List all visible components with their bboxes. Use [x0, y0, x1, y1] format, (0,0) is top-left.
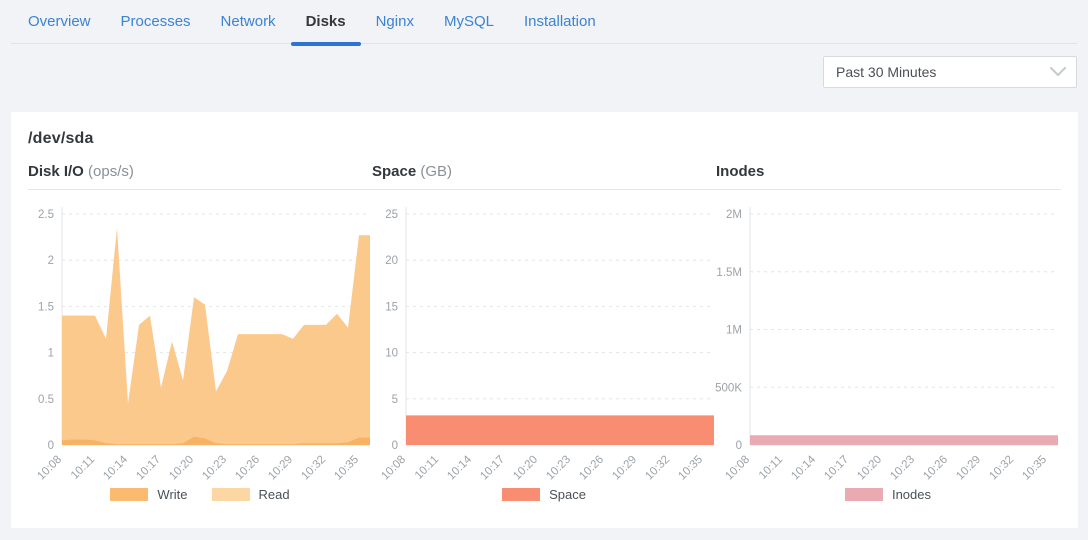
time-range-select[interactable]: Past 30 Minutes: [823, 56, 1077, 88]
svg-text:1: 1: [48, 348, 54, 360]
svg-text:10:17: 10:17: [134, 454, 163, 483]
svg-text:10:35: 10:35: [332, 454, 361, 483]
svg-text:10: 10: [385, 348, 398, 360]
svg-text:10:32: 10:32: [987, 454, 1016, 483]
space-legend: Space: [372, 484, 716, 504]
svg-text:10:17: 10:17: [478, 454, 507, 483]
inodes-plot: 0500K1M1.5M2M10:0810:1110:1410:1710:2010…: [716, 200, 1060, 482]
chevron-down-icon: [1050, 67, 1066, 77]
svg-text:10:08: 10:08: [35, 454, 64, 483]
svg-text:25: 25: [385, 209, 398, 221]
svg-text:10:14: 10:14: [101, 453, 130, 482]
tab-nginx[interactable]: Nginx: [361, 0, 429, 44]
svg-text:10:23: 10:23: [544, 454, 573, 483]
disk-io-chart: 00.511.522.510:0810:1110:1410:1710:2010:…: [28, 200, 372, 504]
legend-label: Inodes: [892, 487, 931, 502]
svg-text:2M: 2M: [726, 209, 742, 221]
svg-text:10:32: 10:32: [299, 454, 328, 483]
tab-installation[interactable]: Installation: [509, 0, 611, 44]
svg-text:0: 0: [48, 440, 54, 452]
disk-io-title: Disk I/O (ops/s): [28, 163, 372, 180]
tab-overview[interactable]: Overview: [13, 0, 106, 44]
svg-text:0: 0: [392, 440, 398, 452]
tab-disks[interactable]: Disks: [291, 0, 361, 44]
legend-swatch: [845, 488, 883, 501]
svg-text:2.5: 2.5: [38, 209, 54, 221]
svg-text:1M: 1M: [726, 325, 742, 337]
svg-text:10:20: 10:20: [855, 454, 884, 483]
legend-label: Write: [157, 487, 187, 502]
legend-item: Read: [212, 487, 290, 502]
svg-text:10:20: 10:20: [511, 454, 540, 483]
disk-io-plot: 00.511.522.510:0810:1110:1410:1710:2010:…: [28, 200, 372, 482]
svg-text:10:35: 10:35: [1020, 454, 1049, 483]
charts-row: 00.511.522.510:0810:1110:1410:1710:2010:…: [28, 200, 1061, 504]
svg-text:10:11: 10:11: [413, 454, 441, 482]
legend-label: Read: [259, 487, 290, 502]
svg-text:10:08: 10:08: [379, 454, 408, 483]
svg-text:0: 0: [736, 440, 742, 452]
svg-text:10:26: 10:26: [233, 454, 262, 483]
legend-item: Space: [502, 487, 586, 502]
tab-processes[interactable]: Processes: [106, 0, 206, 44]
svg-text:10:08: 10:08: [723, 454, 752, 483]
tab-bar: Overview Processes Network Disks Nginx M…: [11, 0, 1077, 44]
svg-text:10:29: 10:29: [266, 454, 295, 483]
svg-text:10:32: 10:32: [643, 454, 672, 483]
svg-text:10:35: 10:35: [676, 454, 705, 483]
svg-text:2: 2: [48, 255, 54, 267]
tab-network[interactable]: Network: [206, 0, 291, 44]
svg-text:15: 15: [385, 301, 398, 313]
svg-text:10:14: 10:14: [789, 453, 818, 482]
svg-text:10:26: 10:26: [921, 454, 950, 483]
legend-item: Inodes: [845, 487, 931, 502]
svg-text:10:29: 10:29: [610, 454, 639, 483]
svg-text:10:17: 10:17: [822, 454, 851, 483]
svg-text:10:23: 10:23: [200, 454, 229, 483]
svg-text:1.5: 1.5: [38, 301, 54, 313]
svg-text:10:23: 10:23: [888, 454, 917, 483]
legend-swatch: [502, 488, 540, 501]
svg-text:10:14: 10:14: [445, 453, 474, 482]
time-range-value: Past 30 Minutes: [836, 64, 936, 80]
legend-swatch: [212, 488, 250, 501]
disk-io-legend: Write Read: [28, 484, 372, 504]
svg-text:10:11: 10:11: [69, 454, 97, 482]
device-panel: /dev/sda Disk I/O (ops/s) Space (GB) Ino…: [11, 112, 1078, 528]
svg-text:1.5M: 1.5M: [716, 267, 742, 279]
svg-text:10:11: 10:11: [757, 454, 785, 482]
inodes-legend: Inodes: [716, 484, 1060, 504]
toolbar: Past 30 Minutes: [0, 44, 1088, 112]
svg-text:20: 20: [385, 255, 398, 267]
space-plot: 0 5 10 15 20 25 10:0810:1110:1410:1710:2010:23…: [372, 200, 716, 482]
svg-text:500K: 500K: [715, 382, 742, 394]
svg-text:10:29: 10:29: [954, 454, 983, 483]
svg-text:10:26: 10:26: [577, 454, 606, 483]
space-chart: 0 5 10 15 20 25 10:0810:1110:1410:1710:2010:23…: [372, 200, 716, 504]
svg-text:5: 5: [392, 394, 398, 406]
inodes-title: Inodes: [716, 163, 1060, 180]
legend-swatch: [110, 488, 148, 501]
svg-text:10:20: 10:20: [167, 454, 196, 483]
chart-titles-row: Disk I/O (ops/s) Space (GB) Inodes: [28, 163, 1061, 190]
legend-label: Space: [549, 487, 586, 502]
inodes-chart: 0500K1M1.5M2M10:0810:1110:1410:1710:2010…: [716, 200, 1060, 504]
space-title: Space (GB): [372, 163, 716, 180]
legend-item: Write: [110, 487, 187, 502]
panel-title: /dev/sda: [28, 130, 1061, 148]
svg-text:0.5: 0.5: [38, 394, 54, 406]
tab-mysql[interactable]: MySQL: [429, 0, 509, 44]
